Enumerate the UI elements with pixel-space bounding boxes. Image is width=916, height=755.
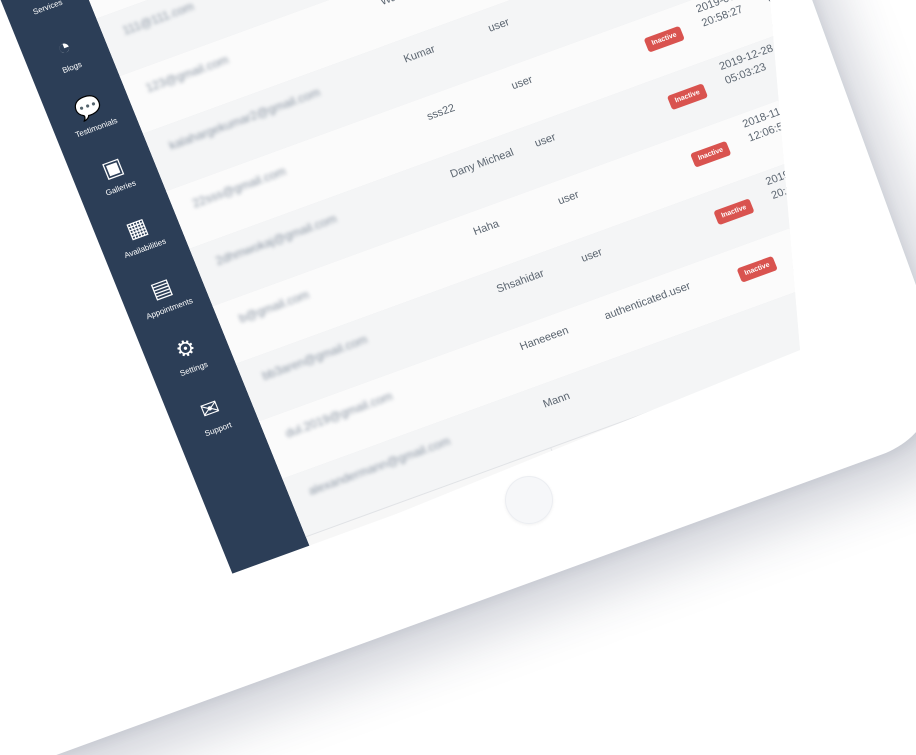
pencil-icon: ✎ <box>898 90 912 105</box>
chat-icon: 💬 <box>70 90 106 124</box>
sidebar-item-label: Support <box>203 419 233 438</box>
sidebar-item-label: Appointments <box>144 295 194 321</box>
sidebar-item-label: Services <box>31 0 64 17</box>
edit-button[interactable]: ✎ <box>868 26 896 52</box>
image-icon: ▣ <box>97 152 127 183</box>
gear-icon: ⚙ <box>171 333 200 364</box>
role-cell: user <box>486 16 512 35</box>
status-badge: Inactive <box>713 198 755 226</box>
home-button[interactable] <box>505 476 553 524</box>
eye-icon: ◉ <box>866 10 880 25</box>
view-button[interactable]: ◉ <box>905 119 916 145</box>
eye-icon: ◉ <box>912 125 916 140</box>
rss-icon: ◔ <box>52 32 75 61</box>
status-badge: Inactive <box>643 25 685 53</box>
row-actions: ◉✎ <box>882 61 916 109</box>
name-cell: Wasim <box>379 0 459 8</box>
view-button[interactable]: ◉ <box>882 61 910 87</box>
sidebar-item-label: Availabilities <box>122 236 168 260</box>
view-button[interactable]: ◉ <box>859 4 887 30</box>
id-card-icon: ▤ <box>146 272 176 303</box>
calendar-icon: ▦ <box>122 212 152 243</box>
status-badge: Inactive <box>666 83 709 111</box>
row-actions: ◉✎ <box>859 4 896 52</box>
eye-icon: ◉ <box>889 67 904 83</box>
envelope-icon: ✉ <box>196 393 224 424</box>
status-badge: Inactive <box>736 255 778 283</box>
status-badge: Inactive <box>690 140 732 168</box>
pencil-icon: ✎ <box>875 32 889 47</box>
edit-button[interactable]: ✎ <box>891 84 916 110</box>
sidebar-item-label: Blogs <box>60 59 83 75</box>
created-date-cell: 2019-07-27 20:58:27 <box>694 0 752 30</box>
row-actions: ◉✎ <box>905 119 916 167</box>
